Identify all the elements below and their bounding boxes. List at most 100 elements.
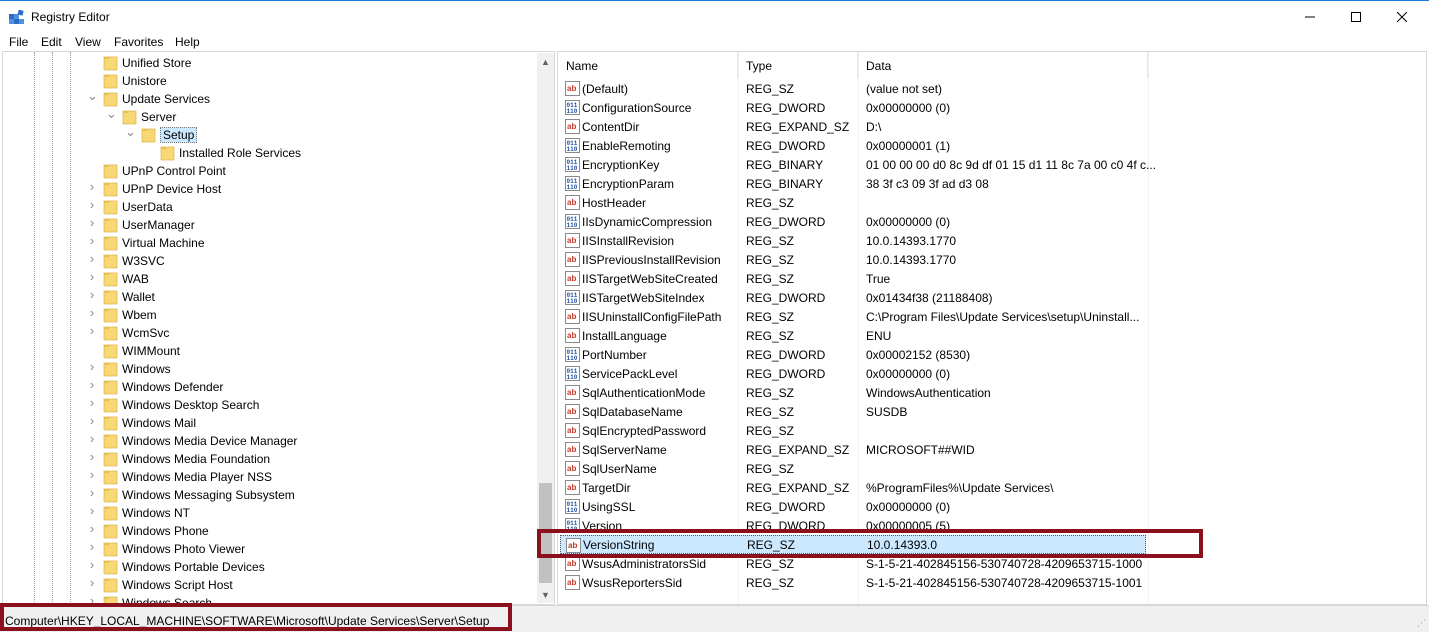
minimize-button[interactable] [1287, 1, 1333, 33]
tree-node[interactable]: › Windows NT [3, 504, 533, 522]
value-row[interactable]: ab IISPreviousInstallRevision REG_SZ 10.0.1… [558, 250, 1148, 269]
tree-node[interactable]: WIMMount [3, 342, 533, 360]
chevron-right-icon[interactable]: › [87, 576, 97, 589]
tree-node[interactable]: › Windows Search [3, 594, 533, 604]
value-row[interactable]: ab WsusReportersSid REG_SZ S-1-5-21-4028451… [558, 573, 1148, 592]
value-row[interactable]: 011 110 UsingSSL REG_DWORD 0x00000000 (0) [558, 497, 1148, 516]
chevron-right-icon[interactable]: › [87, 270, 97, 283]
value-row[interactable]: 011 110 EncryptionKey REG_BINARY 01 00 00 00… [558, 155, 1156, 174]
chevron-right-icon[interactable]: › [87, 522, 97, 535]
column-header-data[interactable]: Data [858, 52, 1148, 78]
value-row[interactable]: ab IISUninstallConfigFilePath REG_SZ C:\Pro… [558, 307, 1148, 326]
tree-node[interactable]: › Windows Photo Viewer [3, 540, 533, 558]
tree-vertical-scrollbar[interactable]: ▲ ▼ [537, 53, 554, 603]
menu-file[interactable]: File [9, 35, 28, 49]
menu-favorites[interactable]: Favorites [114, 35, 163, 49]
chevron-right-icon[interactable]: › [87, 216, 97, 229]
values-list-pane[interactable]: Name Type Data ab (Default) REG_SZ (value n… [557, 51, 1427, 605]
tree-node[interactable]: › Windows Defender [3, 378, 533, 396]
tree-node[interactable]: › Windows Media Foundation [3, 450, 533, 468]
close-button[interactable] [1379, 1, 1425, 33]
menu-help[interactable]: Help [175, 35, 200, 49]
value-row[interactable]: 011 110 ServicePackLevel REG_DWORD 0x0000000… [558, 364, 1148, 383]
value-row[interactable]: ab SqlEncryptedPassword REG_SZ [558, 421, 1148, 440]
value-row[interactable]: 011 110 Version REG_DWORD 0x00000005 (5) [558, 516, 1148, 535]
value-row[interactable]: ab SqlUserName REG_SZ [558, 459, 1148, 478]
menu-edit[interactable]: Edit [41, 35, 62, 49]
column-header-name[interactable]: Name [558, 52, 738, 78]
value-row[interactable]: ab (Default) REG_SZ (value not set) [558, 79, 1148, 98]
tree-node[interactable]: › Wbem [3, 306, 533, 324]
scroll-down-arrow-icon[interactable]: ▼ [537, 586, 554, 603]
value-row[interactable]: ab IISTargetWebSiteCreated REG_SZ True [558, 269, 1148, 288]
chevron-right-icon[interactable]: › [87, 198, 97, 211]
value-row[interactable]: ab HostHeader REG_SZ [558, 193, 1148, 212]
chevron-right-icon[interactable]: › [87, 288, 97, 301]
tree-node[interactable]: › Windows Mail [3, 414, 533, 432]
scroll-up-arrow-icon[interactable]: ▲ [537, 53, 554, 70]
chevron-down-icon[interactable]: ⌄ [125, 125, 136, 138]
tree-scroll-thumb[interactable] [539, 483, 552, 583]
chevron-right-icon[interactable]: › [87, 486, 97, 499]
tree-node[interactable]: › W3SVC [3, 252, 533, 270]
tree-node[interactable]: › UserManager [3, 216, 533, 234]
chevron-right-icon[interactable]: › [87, 396, 97, 409]
tree-node[interactable]: › WAB [3, 270, 533, 288]
chevron-right-icon[interactable]: › [87, 594, 97, 604]
maximize-button[interactable] [1333, 1, 1379, 33]
chevron-right-icon[interactable]: › [87, 324, 97, 337]
tree-node[interactable]: › Windows Script Host [3, 576, 533, 594]
chevron-right-icon[interactable]: › [87, 234, 97, 247]
title-bar[interactable]: Registry Editor [0, 0, 1429, 33]
tree-node[interactable]: ⌄ Setup [3, 125, 533, 144]
value-row[interactable]: ab SqlDatabaseName REG_SZ SUSDB [558, 402, 1148, 421]
chevron-right-icon[interactable]: › [87, 306, 97, 319]
value-row[interactable]: 011 110 IIsDynamicCompression REG_DWORD 0x00… [558, 212, 1148, 231]
tree-node[interactable]: › Windows Messaging Subsystem [3, 486, 533, 504]
chevron-right-icon[interactable]: › [87, 540, 97, 553]
chevron-right-icon[interactable]: › [87, 504, 97, 517]
value-row[interactable]: ab SqlAuthenticationMode REG_SZ WindowsAuth… [558, 383, 1148, 402]
column-header-type[interactable]: Type [738, 52, 858, 78]
chevron-right-icon[interactable]: › [87, 414, 97, 427]
value-row[interactable]: ab VersionString REG_SZ 10.0.14393.0 [560, 535, 1146, 554]
value-row[interactable]: ab TargetDir REG_EXPAND_SZ %ProgramFiles%\U… [558, 478, 1148, 497]
chevron-right-icon[interactable]: › [87, 450, 97, 463]
value-row[interactable]: ab ContentDir REG_EXPAND_SZ D:\ [558, 117, 1148, 136]
value-row[interactable]: ab SqlServerName REG_EXPAND_SZ MICROSOFT##W… [558, 440, 1148, 459]
tree-node[interactable]: Unified Store [3, 54, 533, 72]
chevron-right-icon[interactable]: › [87, 360, 97, 373]
tree-node[interactable]: › Windows Media Player NSS [3, 468, 533, 486]
chevron-right-icon[interactable]: › [87, 180, 97, 193]
value-row[interactable]: 011 110 EnableRemoting REG_DWORD 0x00000001 … [558, 136, 1148, 155]
chevron-right-icon[interactable]: › [87, 432, 97, 445]
tree-node[interactable]: › Windows Media Device Manager [3, 432, 533, 450]
value-row[interactable]: 011 110 PortNumber REG_DWORD 0x00002152 (853… [558, 345, 1148, 364]
value-row[interactable]: 011 110 EncryptionParam REG_BINARY 38 3f c3 … [558, 174, 1148, 193]
tree-node[interactable]: › WcmSvc [3, 324, 533, 342]
tree-node[interactable]: ⌄ Update Services [3, 89, 533, 108]
tree-node[interactable]: UPnP Control Point [3, 162, 533, 180]
tree-node[interactable]: › Wallet [3, 288, 533, 306]
tree-node[interactable]: › Windows Phone [3, 522, 533, 540]
chevron-down-icon[interactable]: ⌄ [87, 89, 98, 102]
value-row[interactable]: 011 110 IISTargetWebSiteIndex REG_DWORD 0x01… [558, 288, 1148, 307]
chevron-down-icon[interactable]: ⌄ [106, 107, 117, 120]
tree-node[interactable]: ⌄ Server [3, 107, 533, 126]
tree-node[interactable]: › Windows [3, 360, 533, 378]
chevron-right-icon[interactable]: › [87, 468, 97, 481]
menu-view[interactable]: View [75, 35, 101, 49]
chevron-right-icon[interactable]: › [87, 558, 97, 571]
chevron-right-icon[interactable]: › [87, 252, 97, 265]
key-tree-pane[interactable]: Unified Store Unistore ⌄ Update Services ⌄ Se… [2, 51, 555, 605]
value-row[interactable]: ab WsusAdministratorsSid REG_SZ S-1-5-21-40… [558, 554, 1148, 573]
tree-node[interactable]: › Windows Desktop Search [3, 396, 533, 414]
tree-node[interactable]: Unistore [3, 72, 533, 90]
tree-node[interactable]: Installed Role Services [3, 144, 533, 162]
resize-grip-icon[interactable]: ⋰ [1417, 618, 1426, 629]
tree-node[interactable]: › UPnP Device Host [3, 180, 533, 198]
chevron-right-icon[interactable]: › [87, 378, 97, 391]
value-row[interactable]: 011 110 ConfigurationSource REG_DWORD 0x0000… [558, 98, 1148, 117]
tree-node[interactable]: › Virtual Machine [3, 234, 533, 252]
value-row[interactable]: ab InstallLanguage REG_SZ ENU [558, 326, 1148, 345]
